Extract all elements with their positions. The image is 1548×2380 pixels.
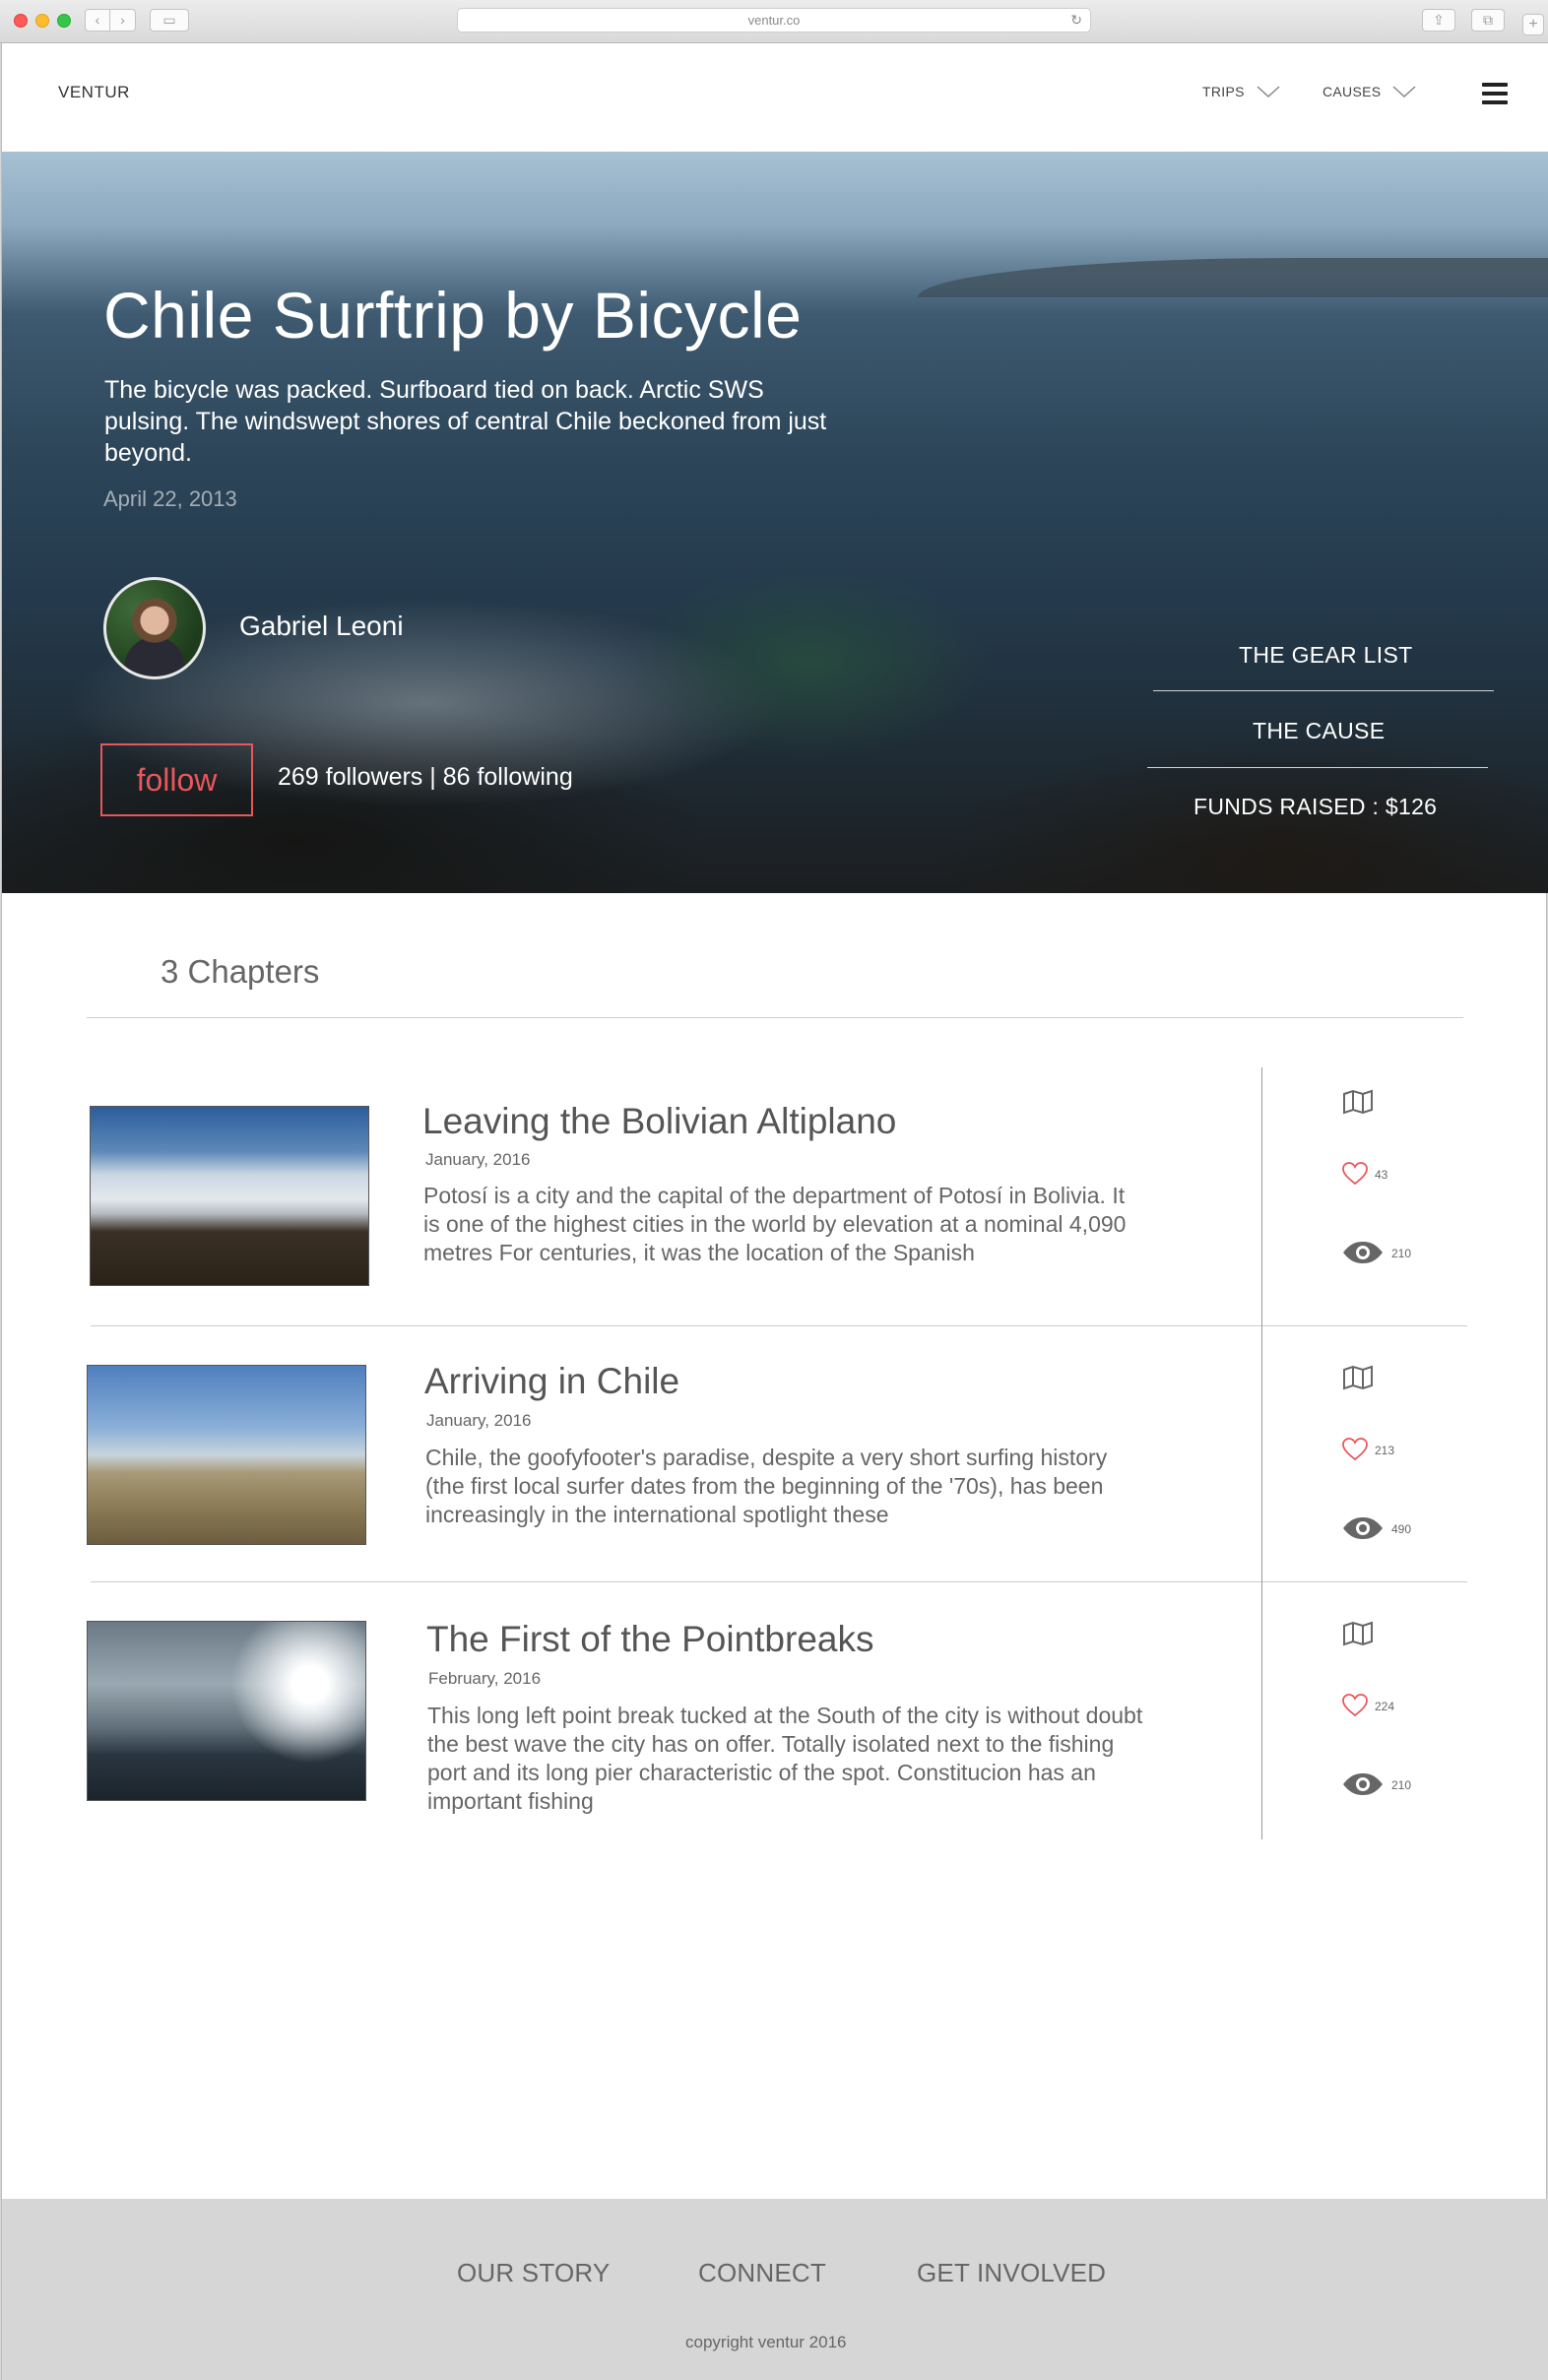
chapter-card[interactable]: The First of the Pointbreaks February, 2… — [2, 1581, 1548, 1839]
nav-causes-dropdown[interactable]: CAUSES — [1322, 84, 1416, 99]
divider — [1261, 1067, 1262, 1325]
chapter-excerpt: Potosí is a city and the capital of the … — [423, 1183, 1127, 1265]
minimize-window-button[interactable] — [35, 14, 49, 28]
back-icon[interactable]: ‹ — [85, 9, 110, 32]
address-bar[interactable]: ventur.co ↻ — [457, 8, 1091, 32]
like-count: 213 — [1375, 1444, 1395, 1457]
footer-link-connect[interactable]: CONNECT — [698, 2258, 826, 2288]
footer-link-our-story[interactable]: OUR STORY — [457, 2258, 610, 2288]
zoom-window-button[interactable] — [57, 14, 71, 28]
footer-link-get-involved[interactable]: GET INVOLVED — [917, 2258, 1106, 2288]
copyright: copyright ventur 2016 — [685, 2333, 847, 2351]
coastline-image — [918, 258, 1548, 297]
close-window-button[interactable] — [14, 14, 28, 28]
divider — [1261, 1325, 1262, 1583]
heart-icon[interactable] — [1342, 1438, 1368, 1461]
divider — [1261, 1581, 1262, 1839]
sidebar-toggle-icon[interactable]: ▭ — [150, 9, 189, 32]
nav-trips-dropdown[interactable]: TRIPS — [1202, 84, 1280, 99]
chevron-down-icon — [1392, 86, 1416, 97]
reload-icon[interactable]: ↻ — [1070, 9, 1082, 32]
like-count: 43 — [1375, 1168, 1388, 1182]
brand-logo[interactable]: VENTUR — [58, 83, 130, 102]
chapter-title[interactable]: The First of the Pointbreaks — [426, 1619, 873, 1660]
follow-stats: 269 followers | 86 following — [278, 763, 573, 791]
chapter-date: February, 2016 — [428, 1669, 542, 1688]
chapter-thumbnail[interactable] — [90, 1106, 369, 1286]
view-count: 490 — [1391, 1522, 1412, 1536]
chapter-title[interactable]: Leaving the Bolivian Altiplano — [422, 1101, 896, 1142]
eye-icon — [1343, 1773, 1383, 1795]
trip-hero: Chile Surftrip by Bicycle The bicycle wa… — [2, 152, 1548, 893]
chapter-date: January, 2016 — [426, 1411, 532, 1430]
forward-icon[interactable]: › — [110, 9, 136, 32]
map-icon[interactable] — [1342, 1621, 1374, 1646]
chapter-thumbnail[interactable] — [87, 1365, 366, 1545]
funds-raised: FUNDS RAISED : $126 — [1193, 794, 1438, 819]
chapters-heading: 3 Chapters — [161, 953, 320, 990]
chapter-card[interactable]: Arriving in Chile January, 2016 Chile, t… — [2, 1325, 1548, 1583]
chapter-card[interactable]: Leaving the Bolivian Altiplano January, … — [2, 1067, 1548, 1325]
nav-trips-label: TRIPS — [1202, 84, 1245, 99]
top-navigation: VENTUR TRIPS CAUSES — [2, 43, 1548, 152]
chapter-date: January, 2016 — [425, 1150, 531, 1169]
tabs-overview-icon[interactable]: ⧉ — [1471, 9, 1505, 32]
chapter-excerpt: This long left point break tucked at the… — [427, 1703, 1143, 1814]
divider — [87, 1017, 1463, 1018]
map-icon[interactable] — [1342, 1089, 1374, 1115]
url-text: ventur.co — [747, 13, 801, 28]
chapter-excerpt: Chile, the goofyfooter's paradise, despi… — [425, 1445, 1108, 1527]
nav-causes-label: CAUSES — [1322, 84, 1382, 99]
heart-icon[interactable] — [1342, 1162, 1368, 1186]
author-name[interactable]: Gabriel Leoni — [239, 611, 404, 642]
eye-icon — [1343, 1517, 1383, 1539]
heart-icon[interactable] — [1342, 1694, 1368, 1717]
follow-button[interactable]: follow — [100, 743, 253, 816]
page: VENTUR TRIPS CAUSES Chile Surftrip by Bi… — [1, 43, 1548, 2380]
map-icon[interactable] — [1342, 1365, 1374, 1390]
share-icon[interactable]: ⇪ — [1422, 9, 1455, 32]
trip-description: The bicycle was packed. Surfboard tied o… — [104, 376, 827, 467]
browser-toolbar: ‹ › ▭ ventur.co ↻ ⇪ ⧉ + — [0, 0, 1548, 43]
trip-title: Chile Surftrip by Bicycle — [103, 279, 803, 352]
chevron-down-icon — [1257, 86, 1280, 97]
divider — [1153, 690, 1494, 691]
chapter-title[interactable]: Arriving in Chile — [424, 1361, 679, 1402]
chapter-thumbnail[interactable] — [87, 1621, 366, 1801]
like-count: 224 — [1375, 1700, 1395, 1713]
view-count: 210 — [1391, 1247, 1412, 1260]
view-count: 210 — [1391, 1778, 1412, 1792]
new-tab-icon[interactable]: + — [1522, 14, 1544, 35]
trip-date: April 22, 2013 — [103, 486, 237, 511]
gear-list-link[interactable]: THE GEAR LIST — [1239, 642, 1412, 669]
hamburger-menu-icon[interactable] — [1482, 83, 1508, 104]
author-avatar[interactable] — [103, 577, 206, 679]
eye-icon — [1343, 1242, 1383, 1263]
cause-link[interactable]: THE CAUSE — [1253, 718, 1385, 744]
footer: OUR STORY CONNECT GET INVOLVED copyright… — [2, 2199, 1548, 2380]
divider — [1147, 767, 1488, 768]
